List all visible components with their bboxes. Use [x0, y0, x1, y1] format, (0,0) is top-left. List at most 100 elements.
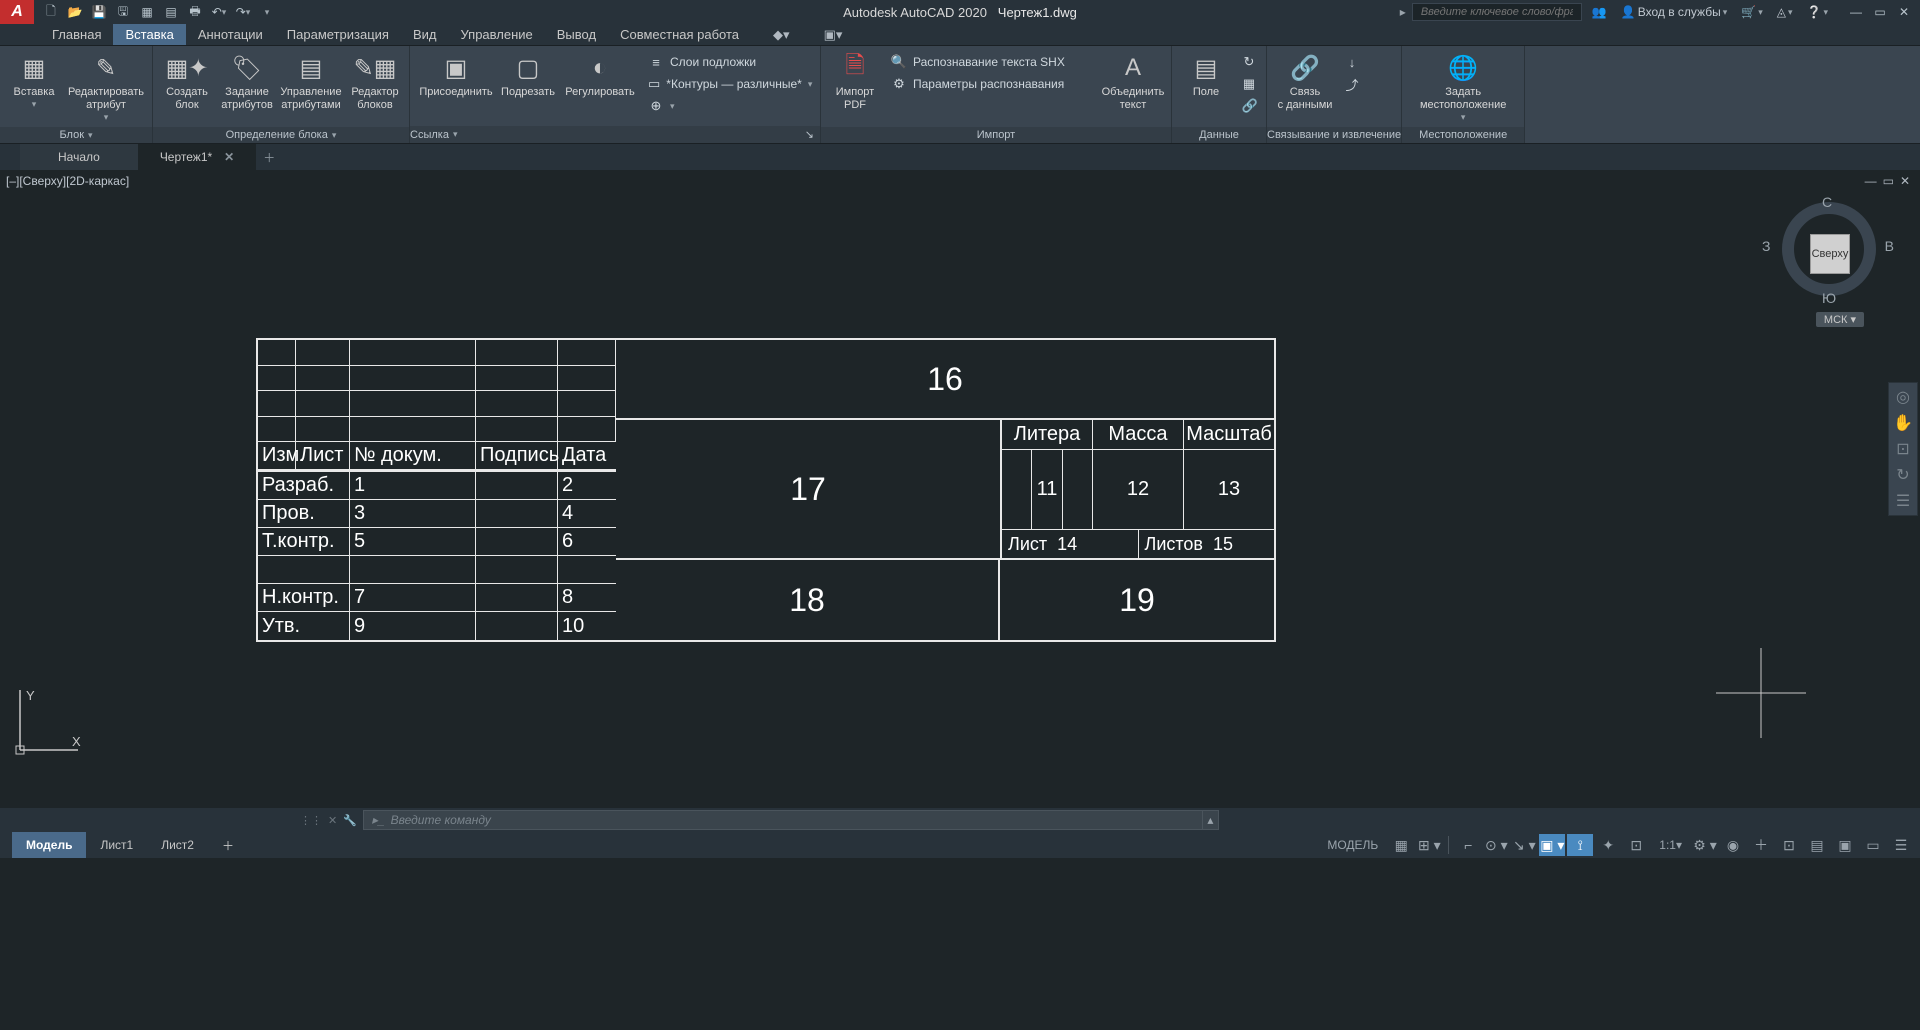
recognize-shx-button[interactable]: 🔍Распознавание текста SHX [887, 52, 1097, 72]
extract-data-icon[interactable]: ⤴ [1341, 74, 1363, 94]
frames-button[interactable]: ▭*Контуры — различные* ▾ [644, 74, 814, 94]
viewcube-face[interactable]: Сверху [1810, 234, 1850, 274]
showmotion-icon[interactable]: ☰ [1896, 491, 1910, 511]
define-attributes-button[interactable]: 🏷Задание атрибутов [219, 50, 275, 112]
clean-screen-icon[interactable]: ▭ [1860, 834, 1886, 856]
ortho-icon[interactable]: ⌐ [1455, 834, 1481, 856]
quick-props-icon[interactable]: ▤ [1804, 834, 1830, 856]
update-fields-icon[interactable]: ↻ [1238, 52, 1260, 72]
doc-tab-start[interactable]: Начало [20, 144, 138, 170]
3dosnap-icon[interactable]: ⟟ [1567, 834, 1593, 856]
customize-icon[interactable]: ☰ [1888, 834, 1914, 856]
create-block-button[interactable]: ▦✦Создать блок [159, 50, 215, 112]
a360-icon[interactable]: ◬ ▾ [1773, 5, 1797, 19]
viewcube[interactable]: Сверху С Ю В З [1774, 194, 1884, 304]
tab-collab[interactable]: Совместная работа [608, 24, 751, 45]
field-button[interactable]: ▤Поле [1178, 50, 1234, 99]
plot-icon[interactable]: 🖶 [184, 2, 206, 22]
annotation-monitor-icon[interactable]: ＋ [1748, 834, 1774, 856]
orbit-icon[interactable]: ↻ [1896, 465, 1909, 485]
signin-button[interactable]: 👤 Вход в службы ▾ [1617, 5, 1731, 19]
data-link-button[interactable]: 🔗Связь с данными [1273, 50, 1337, 112]
vp-minimize-icon[interactable]: — [1865, 174, 1877, 188]
otrack-icon[interactable]: ✦ [1595, 834, 1621, 856]
manage-attributes-button[interactable]: ▤Управление атрибутами [279, 50, 343, 112]
redo-icon[interactable]: ↷ ▾ [232, 2, 254, 22]
viewcube-west[interactable]: З [1762, 238, 1770, 254]
vp-maximize-icon[interactable]: ▭ [1883, 174, 1894, 188]
vp-close-icon[interactable]: ✕ [1900, 174, 1910, 188]
doc-tab-drawing[interactable]: Чертеж1*✕ [138, 144, 256, 170]
set-location-button[interactable]: 🌐Задать местоположение▾ [1408, 50, 1518, 123]
tab-insert[interactable]: Вставка [113, 24, 185, 45]
new-icon[interactable]: 🗋 [40, 2, 62, 22]
tab-parametrize[interactable]: Параметризация [275, 24, 401, 45]
search-input[interactable] [1412, 3, 1582, 21]
restore-icon[interactable]: ▭ [1870, 3, 1890, 21]
cmd-close-icon[interactable]: ✕ [328, 814, 337, 827]
block-editor-button[interactable]: ✎▦Редактор блоков [347, 50, 403, 112]
save-icon[interactable]: 💾 [88, 2, 110, 22]
ribbon-collapse-icon[interactable]: ▣▾ [812, 24, 855, 45]
open-icon[interactable]: 📂 [64, 2, 86, 22]
workspace-icon[interactable]: ◉ [1720, 834, 1746, 856]
help-icon[interactable]: ❔ ▾ [1803, 5, 1832, 19]
snap-icon[interactable]: ⊞ ▾ [1416, 834, 1442, 856]
clip-button[interactable]: ▢Подрезать [500, 50, 556, 99]
web-open-icon[interactable]: ▦ [136, 2, 158, 22]
import-pdf-button[interactable]: 🗎Импорт PDF [827, 50, 883, 112]
cmd-wrench-icon[interactable]: 🔧 [343, 814, 357, 827]
wcs-label[interactable]: МСК ▾ [1816, 312, 1864, 327]
viewcube-north[interactable]: С [1822, 194, 1832, 210]
close-icon[interactable]: ✕ [1894, 3, 1914, 21]
cmd-handle-icon[interactable]: ⋮⋮ [300, 814, 322, 827]
osnap-icon[interactable]: ▣ ▾ [1539, 834, 1565, 856]
saveas-icon[interactable]: 🖫 [112, 2, 134, 22]
layout-tab-2[interactable]: Лист2 [147, 832, 208, 858]
snap-to-underlay-button[interactable]: ⊕▾ [644, 96, 814, 116]
tab-annotations[interactable]: Аннотации [186, 24, 275, 45]
tab-view[interactable]: Вид [401, 24, 449, 45]
cmd-history-icon[interactable]: ▴ [1203, 810, 1219, 830]
add-layout-button[interactable]: ＋ [208, 832, 248, 858]
polar-icon[interactable]: ⊙ ▾ [1483, 834, 1509, 856]
ole-object-icon[interactable]: ▦ [1238, 74, 1260, 94]
combine-text-button[interactable]: AОбъединить текст [1101, 50, 1165, 112]
add-tab-button[interactable]: ＋ [256, 144, 282, 170]
viewcube-south[interactable]: Ю [1822, 290, 1836, 306]
app-logo[interactable]: A [0, 0, 34, 24]
download-source-icon[interactable]: ↓ [1341, 52, 1363, 72]
undo-icon[interactable]: ↶ ▾ [208, 2, 230, 22]
adjust-button[interactable]: ◐Регулировать [560, 50, 640, 99]
infocenter-icon[interactable]: 👥 [1588, 5, 1611, 19]
command-input[interactable]: ▸_Введите команду [363, 810, 1203, 830]
gear-icon[interactable]: ⚙ ▾ [1692, 834, 1718, 856]
viewport-label[interactable]: [–][Сверху][2D-каркас] [6, 174, 129, 188]
viewcube-east[interactable]: В [1885, 238, 1894, 254]
tab-home[interactable]: Главная [40, 24, 113, 45]
hyperlink-icon[interactable]: 🔗 [1238, 96, 1260, 116]
isodraft-icon[interactable]: ↘ ▾ [1511, 834, 1537, 856]
status-model-button[interactable]: МОДЕЛЬ [1319, 834, 1386, 856]
ui-lock-icon[interactable]: ▣ [1832, 834, 1858, 856]
app-store-icon[interactable]: 🛒 ▾ [1737, 5, 1766, 19]
close-icon[interactable]: ✕ [224, 150, 234, 164]
tab-manage[interactable]: Управление [448, 24, 544, 45]
layout-tab-model[interactable]: Модель [12, 832, 86, 858]
minimize-icon[interactable]: — [1846, 3, 1866, 21]
drawing-area[interactable]: [–][Сверху][2D-каркас] — ▭ ✕ Сверху С Ю … [0, 170, 1920, 808]
grid-icon[interactable]: ▦ [1388, 834, 1414, 856]
annotation-scale-button[interactable]: 1:1 ▾ [1651, 834, 1690, 856]
dyninput-icon[interactable]: ⊡ [1623, 834, 1649, 856]
zoom-extents-icon[interactable]: ⊡ [1896, 439, 1909, 459]
attach-button[interactable]: ▣Присоединить [416, 50, 496, 99]
underlay-layers-button[interactable]: ≡Слои подложки [644, 52, 814, 72]
tab-featured[interactable]: ◆▾ [761, 24, 802, 45]
qat-more-icon[interactable]: ▾ [256, 2, 278, 22]
units-icon[interactable]: ⊡ [1776, 834, 1802, 856]
steering-wheel-icon[interactable]: ◎ [1896, 387, 1910, 407]
layout-tab-1[interactable]: Лист1 [86, 832, 147, 858]
tab-output[interactable]: Вывод [545, 24, 608, 45]
insert-block-button[interactable]: ▦Вставка▾ [6, 50, 62, 110]
recognition-settings-button[interactable]: ⚙Параметры распознавания [887, 74, 1097, 94]
